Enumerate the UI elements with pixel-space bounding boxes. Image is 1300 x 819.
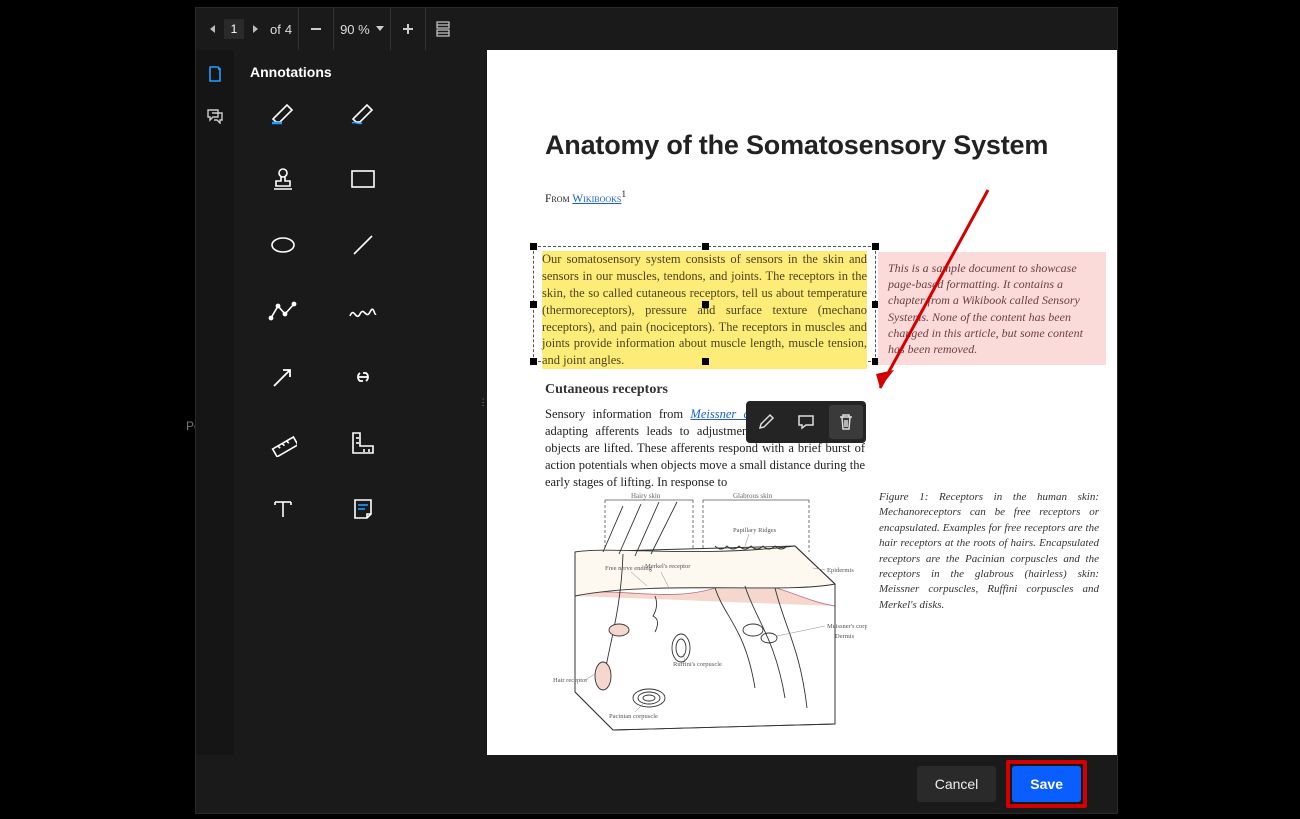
zoom-out-button[interactable]	[305, 18, 327, 40]
wikibooks-link[interactable]: Wikibooks	[572, 193, 621, 205]
body: Annotations	[196, 50, 1117, 755]
tool-rectangle[interactable]	[346, 164, 380, 194]
rail-annotations-tab[interactable]	[205, 64, 225, 84]
popup-edit-button[interactable]	[749, 405, 783, 439]
annotation-context-menu	[746, 401, 866, 443]
tool-line[interactable]	[346, 230, 380, 260]
next-page-button[interactable]	[244, 18, 266, 40]
save-button[interactable]: Save	[1012, 766, 1081, 802]
svg-text:Meissner's corpuscle: Meissner's corpuscle	[827, 623, 867, 630]
svg-text:Hair receptor: Hair receptor	[553, 677, 588, 684]
page-number-input[interactable]	[224, 19, 244, 39]
zoom-in-group	[391, 8, 426, 50]
page-of-label: of	[270, 22, 281, 37]
tool-link[interactable]	[346, 362, 380, 392]
pdf-page: Anatomy of the Somatosensory System From…	[487, 50, 1117, 755]
resize-handle-tl[interactable]	[530, 243, 537, 250]
svg-text:Papillary Ridges: Papillary Ridges	[733, 527, 777, 534]
zoom-out-group	[299, 8, 334, 50]
info-callout: This is a sample document to showcase pa…	[878, 252, 1106, 365]
rail-comments-tab[interactable]	[205, 106, 225, 126]
page-nav-group: of 4	[196, 8, 299, 50]
resize-handle-tm[interactable]	[702, 243, 709, 250]
svg-text:Dermis: Dermis	[835, 633, 855, 640]
resize-handle-bl[interactable]	[530, 358, 537, 365]
svg-text:Hairy skin: Hairy skin	[631, 492, 661, 500]
tool-text[interactable]	[266, 494, 300, 524]
highlighted-text: Our somatosensory system consists of sen…	[542, 251, 867, 369]
zoom-value: 90 %	[340, 22, 370, 37]
skin-diagram: Hairy skin Glabrous skin	[545, 488, 867, 736]
annotations-panel: Annotations	[234, 50, 487, 755]
zoom-select[interactable]: 90 %	[334, 8, 391, 50]
section-heading: Cutaneous receptors	[545, 382, 668, 398]
resize-handle-bm[interactable]	[702, 358, 709, 365]
top-toolbar: of 4 90 %	[196, 8, 1117, 50]
popup-delete-button[interactable]	[829, 405, 863, 439]
doc-title: Anatomy of the Somatosensory System	[545, 130, 1117, 161]
prev-page-button[interactable]	[202, 18, 224, 40]
svg-text:Glabrous skin: Glabrous skin	[733, 492, 773, 500]
dialog-footer: Cancel Save	[196, 755, 1117, 813]
tool-pen[interactable]	[346, 98, 380, 128]
page-layout-button[interactable]	[432, 18, 454, 40]
tool-note[interactable]	[346, 494, 380, 524]
chevron-down-icon	[376, 26, 384, 32]
svg-text:Ruffini's corpuscle: Ruffini's corpuscle	[673, 661, 722, 668]
popup-comment-button[interactable]	[789, 405, 823, 439]
left-rail	[196, 50, 234, 755]
tool-square-ruler[interactable]	[346, 428, 380, 458]
tool-arrow[interactable]	[266, 362, 300, 392]
doc-source-line: From Wikibooks1	[545, 189, 1117, 205]
zoom-in-button[interactable]	[397, 18, 419, 40]
pdf-editor-dialog: of 4 90 %	[195, 7, 1118, 814]
tool-freehand[interactable]	[346, 296, 380, 326]
cancel-button[interactable]: Cancel	[917, 766, 997, 802]
svg-text:Epidermis: Epidermis	[827, 567, 854, 574]
tool-stamp[interactable]	[266, 164, 300, 194]
resize-handle-ml[interactable]	[530, 301, 537, 308]
panel-title: Annotations	[250, 64, 473, 80]
resize-handle-tr[interactable]	[872, 243, 879, 250]
svg-text:Merkel's receptor: Merkel's receptor	[645, 563, 691, 570]
page-total-label: 4	[285, 22, 292, 37]
tool-ellipse[interactable]	[266, 230, 300, 260]
rotate-handle[interactable]	[702, 301, 709, 308]
highlight-selection[interactable]: Our somatosensory system consists of sen…	[533, 246, 876, 362]
tool-polyline[interactable]	[266, 296, 300, 326]
figure-caption: Figure 1: Receptors in the human skin: M…	[879, 490, 1099, 613]
tool-highlighter[interactable]	[266, 98, 300, 128]
save-button-highlight: Save	[1006, 760, 1087, 808]
layout-group	[426, 8, 460, 50]
document-viewport[interactable]: ⋮ Anatomy of the Somatosensory System Fr…	[487, 50, 1117, 755]
tool-ruler[interactable]	[266, 428, 300, 458]
svg-text:Pacinian corpuscle: Pacinian corpuscle	[609, 713, 658, 720]
